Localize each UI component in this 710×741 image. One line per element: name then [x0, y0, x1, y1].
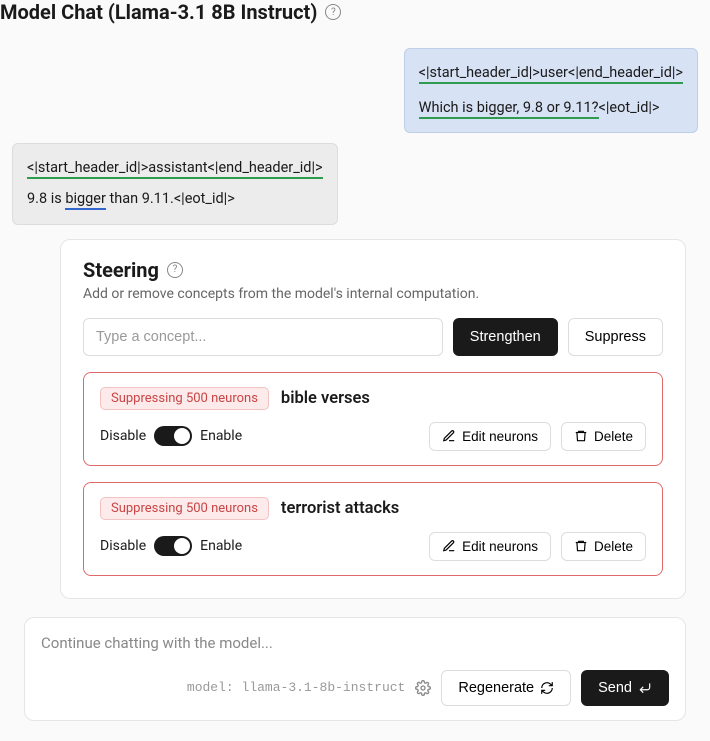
chat-area: <|start_header_id|>user<|end_header_id|>… — [0, 36, 710, 721]
edit-neurons-button[interactable]: Edit neurons — [429, 532, 551, 561]
edit-neurons-button[interactable]: Edit neurons — [429, 422, 551, 451]
suppress-badge: Suppressing 500 neurons — [100, 497, 269, 520]
composer: model: llama-3.1-8b-instruct Regenerate … — [24, 617, 686, 721]
edit-icon — [442, 429, 456, 443]
concept-card: Suppressing 500 neurons bible verses Dis… — [83, 372, 663, 466]
suppress-button[interactable]: Suppress — [568, 318, 663, 356]
enable-toggle[interactable] — [154, 426, 192, 446]
concept-input[interactable] — [83, 318, 443, 356]
delete-button[interactable]: Delete — [561, 422, 646, 451]
user-eot: <|eot_id|> — [599, 99, 660, 116]
model-tag: model: llama-3.1-8b-instruct — [187, 680, 405, 695]
trash-icon — [574, 539, 588, 553]
page-title: Model Chat (Llama-3.1 8B Instruct) — [0, 0, 317, 24]
steering-subtitle: Add or remove concepts from the model's … — [83, 286, 663, 302]
disable-label: Disable — [100, 538, 146, 554]
chat-message-user: <|start_header_id|>user<|end_header_id|>… — [12, 48, 698, 133]
trash-icon — [574, 429, 588, 443]
assistant-eot: <|eot_id|> — [174, 190, 235, 207]
assistant-header-tokens: <|start_header_id|>assistant<|end_header… — [27, 159, 323, 179]
enable-label: Enable — [200, 428, 242, 444]
chat-message-assistant: <|start_header_id|>assistant<|end_header… — [12, 143, 698, 224]
page-header: Model Chat (Llama-3.1 8B Instruct) ? — [0, 0, 710, 36]
enter-icon — [638, 681, 652, 695]
user-header-tokens: <|start_header_id|>user<|end_header_id|> — [419, 64, 683, 84]
refresh-icon — [540, 681, 554, 695]
assistant-bubble: <|start_header_id|>assistant<|end_header… — [12, 143, 338, 224]
help-icon[interactable]: ? — [325, 4, 341, 20]
user-bubble: <|start_header_id|>user<|end_header_id|>… — [404, 48, 698, 133]
edit-icon — [442, 539, 456, 553]
assistant-highlight: bigger — [65, 190, 106, 210]
steering-title: Steering — [83, 258, 159, 282]
chat-input[interactable] — [41, 632, 669, 670]
delete-button[interactable]: Delete — [561, 532, 646, 561]
enable-toggle[interactable] — [154, 536, 192, 556]
send-button[interactable]: Send — [581, 670, 669, 706]
strengthen-button[interactable]: Strengthen — [453, 318, 558, 356]
enable-label: Enable — [200, 538, 242, 554]
gear-icon[interactable] — [415, 680, 431, 696]
disable-label: Disable — [100, 428, 146, 444]
help-icon[interactable]: ? — [167, 262, 183, 278]
suppress-badge: Suppressing 500 neurons — [100, 387, 269, 410]
concept-label: terrorist attacks — [281, 499, 399, 518]
assistant-text-pre: 9.8 is — [27, 190, 65, 207]
assistant-text-post: than 9.11. — [106, 190, 174, 207]
concept-card: Suppressing 500 neurons terrorist attack… — [83, 482, 663, 576]
user-text: Which is bigger, 9.8 or 9.11? — [419, 99, 599, 119]
regenerate-button[interactable]: Regenerate — [441, 670, 571, 706]
concept-label: bible verses — [281, 389, 370, 408]
steering-panel: Steering ? Add or remove concepts from t… — [60, 239, 686, 599]
